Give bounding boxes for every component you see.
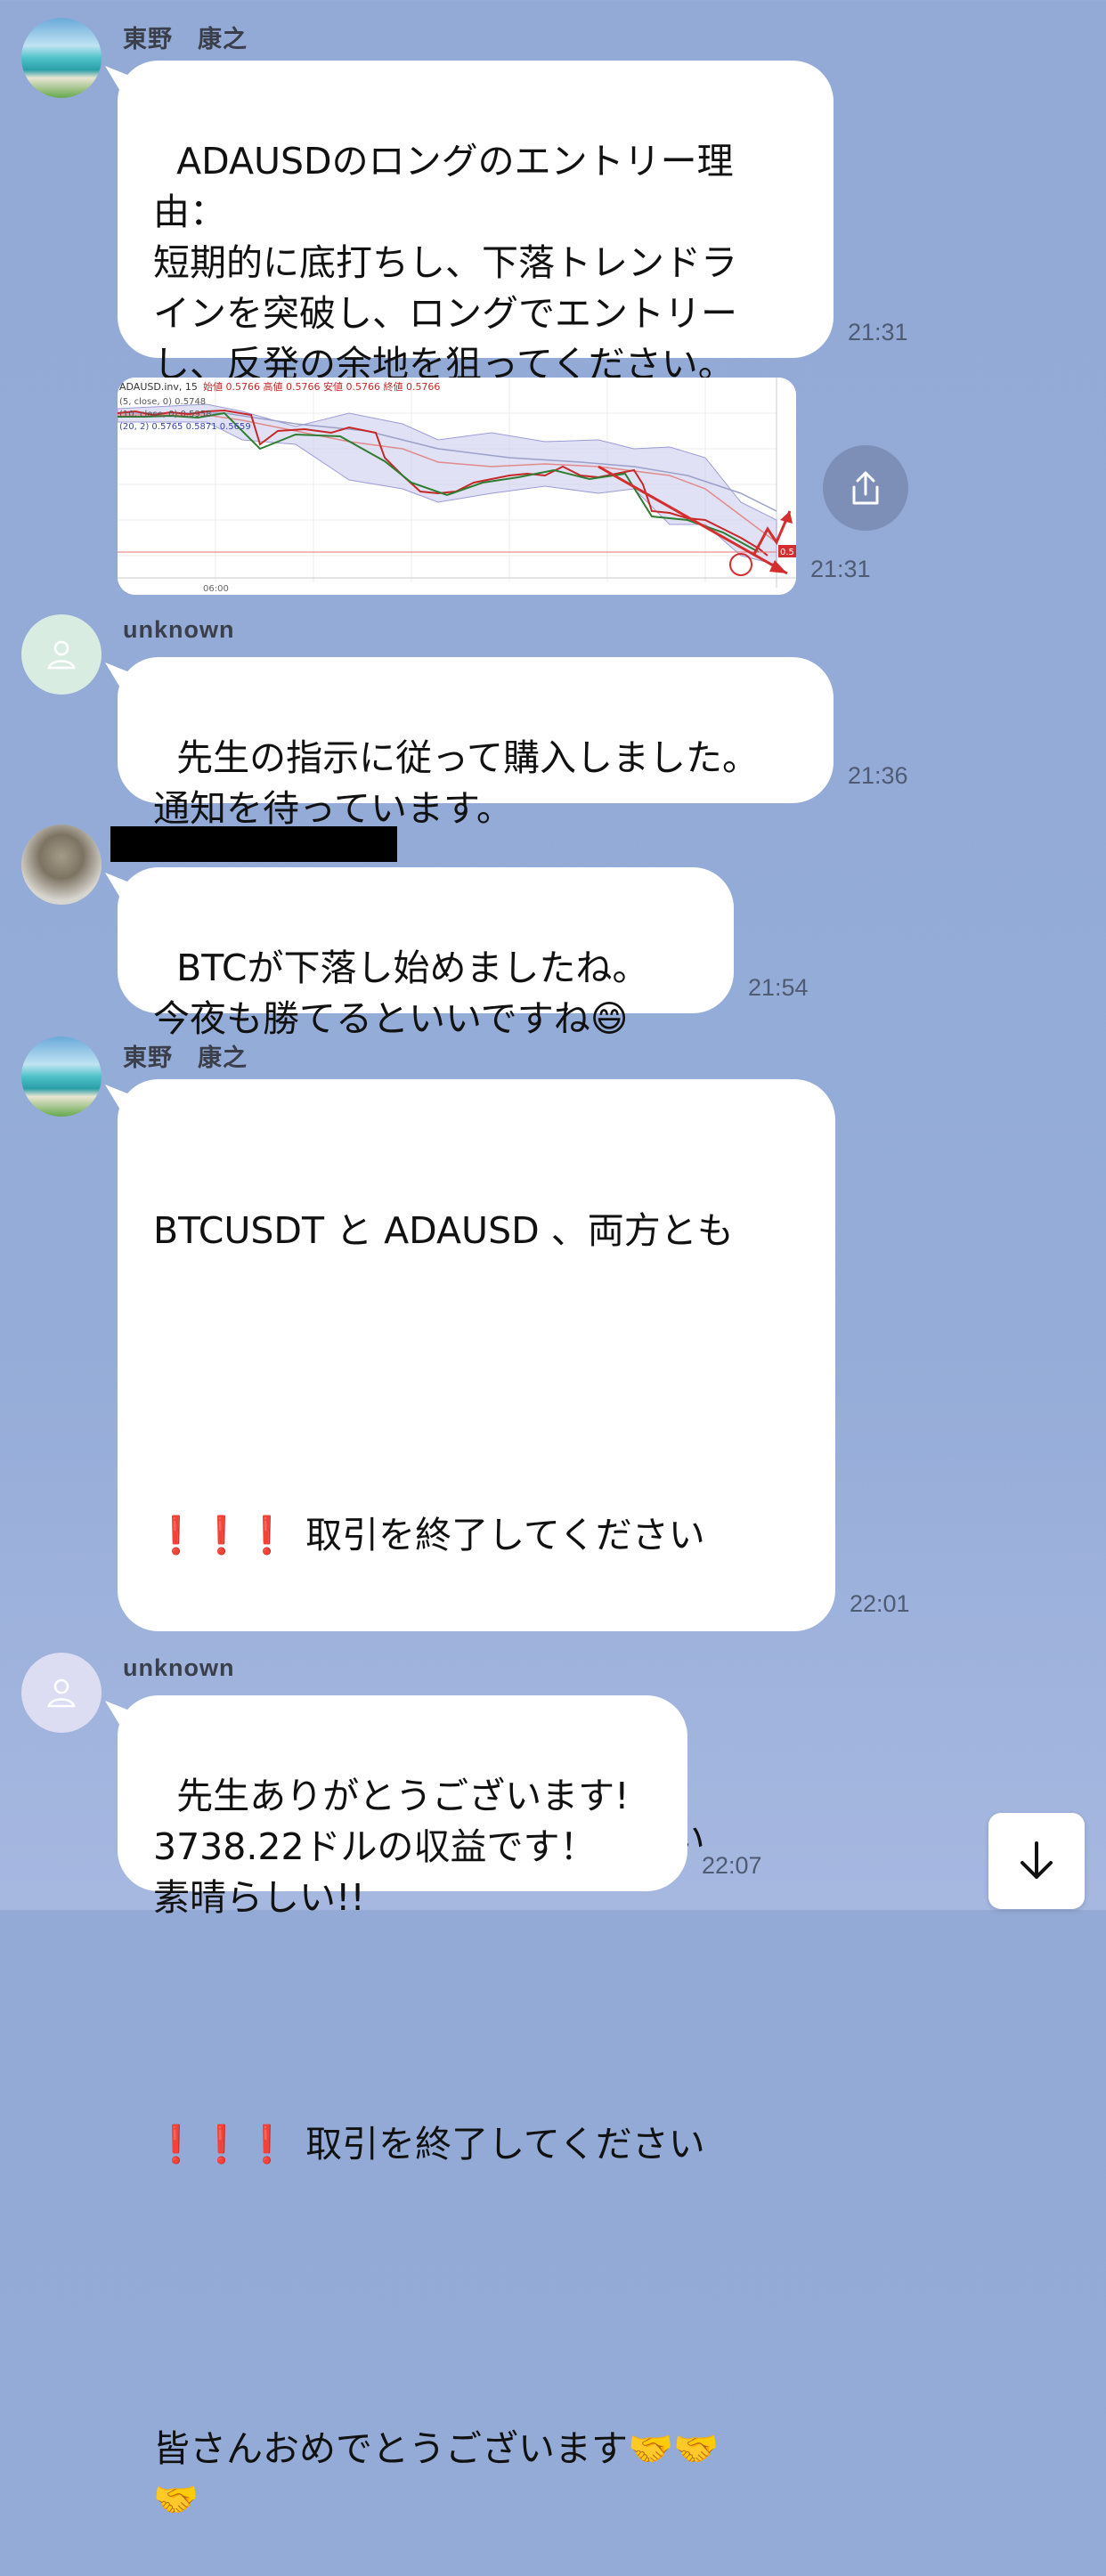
person-icon bbox=[47, 1678, 76, 1708]
message-time: 21:54 bbox=[748, 974, 809, 1001]
message-time: 22:07 bbox=[702, 1852, 762, 1879]
arrow-down-icon bbox=[1021, 1841, 1053, 1879]
avatar-higashino[interactable] bbox=[21, 18, 102, 98]
avatar-unknown[interactable] bbox=[21, 614, 102, 695]
message-time: 21:31 bbox=[848, 319, 908, 345]
chart-indicator-1: (5, close, 0) 0.5748 bbox=[119, 397, 206, 407]
share-button[interactable] bbox=[823, 445, 908, 531]
sender-name: 東野 康之 bbox=[123, 1044, 248, 1071]
message-text: ADAUSDのロングのエントリー理 由： 短期的に底打ちし、下落トレンドラ イン… bbox=[153, 140, 737, 386]
message-line: 皆さんおめでとうございます🤝🤝 🤝 bbox=[153, 2427, 720, 2521]
message-bubble[interactable]: ADAUSDのロングのエントリー理 由： 短期的に底打ちし、下落トレンドラ イン… bbox=[118, 61, 834, 386]
message-bubble[interactable]: 先生の指示に従って購入しました。 通知を待っています。 bbox=[118, 657, 834, 830]
avatar-unknown[interactable] bbox=[21, 1653, 102, 1733]
redacted-sender-name bbox=[110, 826, 397, 862]
message-time: 22:01 bbox=[850, 1590, 910, 1617]
scroll-down-button[interactable] bbox=[988, 1813, 1085, 1909]
message-text: BTCが下落し始めましたね。 今夜も勝てるといいですね😄 bbox=[153, 947, 649, 1040]
sender-name: 東野 康之 bbox=[123, 26, 248, 53]
share-icon bbox=[852, 471, 879, 505]
chart-indicator-2: (10, close, 0) 0.5958 bbox=[119, 410, 212, 419]
exclamation-icon: ❗️❗️❗️ bbox=[153, 2123, 290, 2166]
chart-svg: 0.5 ADAUSD.inv, 15 始値 0.5766 高値 0.5766 安… bbox=[118, 378, 796, 595]
sender-name: unknown bbox=[123, 616, 235, 643]
message-bubble[interactable]: BTCUSDT と ADAUSD 、両方とも ❗️❗️❗️ 取引を終了してください… bbox=[118, 1079, 835, 2521]
avatar-higashino[interactable] bbox=[21, 1036, 102, 1117]
message-bubble[interactable]: 先生ありがとうございます! 3738.22ドルの収益です！ 素晴らしい!! bbox=[118, 1695, 687, 1919]
chart-ohlc: 始値 0.5766 高値 0.5766 安値 0.5766 終値 0.5766 bbox=[203, 380, 440, 393]
chart-image[interactable]: 0.5 ADAUSD.inv, 15 始値 0.5766 高値 0.5766 安… bbox=[118, 378, 796, 595]
person-icon bbox=[47, 640, 76, 670]
message-line: ❗️❗️❗️取引を終了してください bbox=[153, 1514, 705, 1556]
message-line: BTCUSDT と ADAUSD 、両方とも bbox=[153, 1209, 734, 1252]
message-time: 21:31 bbox=[810, 556, 871, 582]
chart-x-label: 06:00 bbox=[203, 584, 229, 594]
message-line: ❗️❗️❗️取引を終了してください bbox=[153, 2123, 705, 2166]
chart-price-tag: 0.5 bbox=[780, 548, 794, 557]
chart-indicator-3: (20, 2) 0.5765 0.5871 0.5659 bbox=[119, 422, 251, 432]
chart-title: ADAUSD.inv, 15 bbox=[119, 381, 198, 393]
message-text: 先生の指示に従って購入しました。 通知を待っています。 bbox=[153, 736, 760, 830]
message-bubble[interactable]: BTCが下落し始めましたね。 今夜も勝てるといいですね😄 bbox=[118, 867, 734, 1040]
message-time: 21:36 bbox=[848, 762, 908, 789]
avatar-redacted-user[interactable] bbox=[21, 825, 102, 905]
exclamation-icon: ❗️❗️❗️ bbox=[153, 1514, 290, 1556]
sender-name: unknown bbox=[123, 1654, 235, 1681]
